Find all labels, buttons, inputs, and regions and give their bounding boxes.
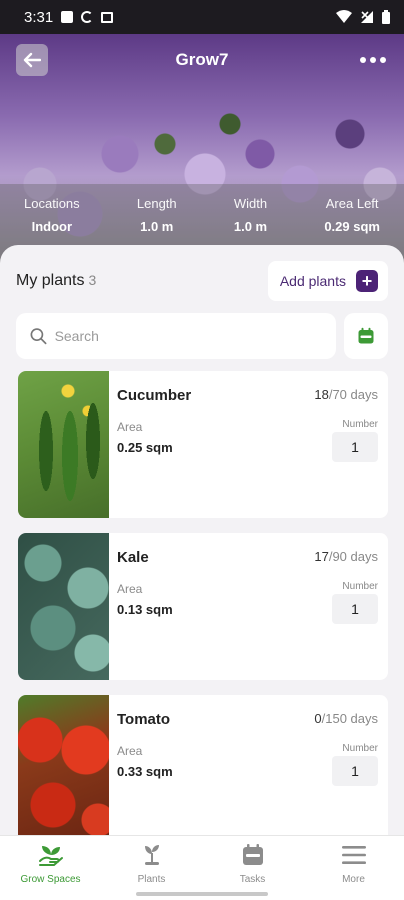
home-indicator[interactable] [136, 892, 268, 896]
no-signal-icon [361, 11, 373, 23]
stat-value: 0.29 sqm [324, 219, 380, 234]
add-plants-button[interactable]: Add plants + [267, 261, 388, 301]
tomato-photo [18, 695, 109, 835]
days-elapsed: 17 [314, 549, 329, 564]
stat-locations: Locations Indoor [24, 196, 80, 234]
battery-icon [382, 10, 390, 24]
stat-length: Length 1.0 m [137, 196, 177, 234]
calendar-icon [240, 842, 266, 868]
number-field[interactable]: 1 [332, 594, 378, 624]
top-app-bar: Grow7 [0, 42, 404, 78]
number-label: Number [342, 419, 378, 430]
stat-value: 1.0 m [233, 219, 268, 234]
plant-info: Tomato 0/150 days Area 0.33 sqm Number 1 [109, 695, 388, 835]
plant-days: 17/90 days [314, 549, 378, 564]
plant-info: Cucumber 18/70 days Area 0.25 sqm Number… [109, 371, 388, 518]
page-title: Grow7 [175, 50, 229, 69]
number-label: Number [342, 743, 378, 754]
plants-panel: My plants 3 Add plants + Search Cucumber… [0, 245, 404, 835]
hand-sprout-icon [38, 842, 64, 868]
area-value: 0.13 sqm [117, 602, 173, 617]
plus-icon: + [356, 270, 378, 292]
area-label: Area [117, 744, 143, 758]
plant-card-tomato[interactable]: Tomato 0/150 days Area 0.33 sqm Number 1 [18, 695, 388, 835]
sync-icon [81, 11, 94, 23]
search-box[interactable] [16, 313, 336, 359]
stat-value: 1.0 m [140, 219, 174, 234]
search-input[interactable] [54, 328, 336, 344]
number-field[interactable]: 1 [332, 432, 378, 462]
add-plants-label: Add plants [279, 273, 346, 289]
panel-header: My plants 3 Add plants + [16, 261, 388, 301]
stat-width: Width 1.0 m [234, 196, 267, 234]
stat-value: Indoor [31, 219, 73, 234]
stat-label: Width [233, 196, 268, 211]
my-plants-title: My plants [16, 272, 85, 289]
nav-label: Plants [137, 874, 166, 885]
cucumber-photo [18, 371, 109, 518]
plant-count: 3 [88, 272, 97, 288]
dot-icon [370, 57, 376, 63]
stat-area-left: Area Left 0.29 sqm [324, 196, 380, 234]
plant-list: Cucumber 18/70 days Area 0.25 sqm Number… [18, 371, 388, 835]
nav-grow-spaces[interactable]: Grow Spaces [0, 836, 101, 900]
number-field[interactable]: 1 [332, 756, 378, 786]
search-row [16, 313, 388, 359]
dot-icon [380, 57, 386, 63]
nav-more[interactable]: More [303, 836, 404, 900]
area-value: 0.33 sqm [117, 764, 173, 779]
plant-info: Kale 17/90 days Area 0.13 sqm Number 1 [109, 533, 388, 680]
days-total: /90 days [328, 549, 378, 564]
stat-label: Area Left [325, 196, 379, 211]
plant-card-cucumber[interactable]: Cucumber 18/70 days Area 0.25 sqm Number… [18, 371, 388, 518]
stat-label: Locations [24, 196, 80, 211]
nav-plants[interactable]: Plants [101, 836, 202, 900]
kale-photo [18, 533, 109, 680]
notification-icon [61, 11, 74, 23]
more-options-button[interactable] [360, 57, 386, 63]
plant-days: 0/150 days [314, 711, 378, 726]
nav-label: More [342, 874, 365, 885]
number-label: Number [342, 581, 378, 592]
wifi-icon [336, 10, 352, 23]
my-plants-heading: My plants 3 [16, 272, 96, 290]
area-label: Area [117, 582, 143, 596]
image-notification-icon [101, 11, 114, 23]
status-bar: 3:31 [0, 0, 404, 34]
plant-days: 18/70 days [314, 387, 378, 402]
menu-icon [341, 842, 367, 868]
grow-space-stats: Locations Indoor Length 1.0 m Width 1.0 … [0, 196, 404, 234]
calendar-icon [358, 327, 374, 344]
status-time: 3:31 [24, 8, 54, 26]
days-total: /150 days [321, 711, 378, 726]
area-label: Area [117, 420, 143, 434]
plant-icon [139, 842, 165, 868]
calendar-filter-button[interactable] [344, 313, 388, 359]
stat-label: Length [136, 196, 177, 211]
nav-tasks[interactable]: Tasks [202, 836, 303, 900]
days-total: /70 days [328, 387, 378, 402]
nav-label: Grow Spaces [20, 874, 81, 885]
search-icon [30, 328, 47, 345]
bottom-navigation: Grow Spaces Plants Tasks More [0, 835, 404, 900]
days-elapsed: 18 [314, 387, 329, 402]
area-value: 0.25 sqm [117, 440, 173, 455]
nav-label: Tasks [239, 874, 266, 885]
plant-card-kale[interactable]: Kale 17/90 days Area 0.13 sqm Number 1 [18, 533, 388, 680]
days-elapsed: 0 [314, 711, 322, 726]
dot-icon [360, 57, 366, 63]
